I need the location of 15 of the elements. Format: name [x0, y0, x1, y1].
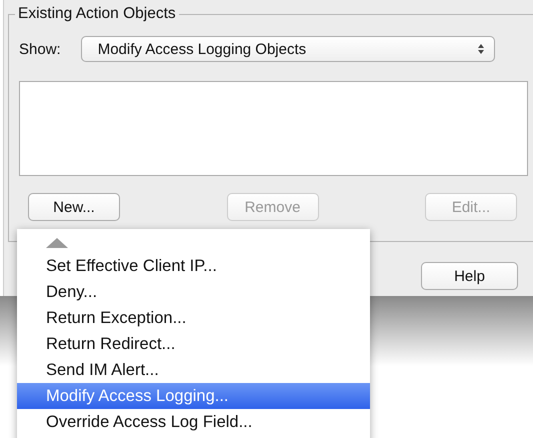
objects-list[interactable]	[19, 81, 528, 176]
menu-item[interactable]: Return Redirect...	[17, 331, 370, 357]
menu-item[interactable]: Override Access Log Field...	[17, 409, 370, 435]
show-dropdown[interactable]: Modify Access Logging Objects	[80, 36, 495, 62]
menu-item[interactable]: Modify Access Logging...	[17, 383, 370, 409]
updown-arrows-icon	[476, 43, 485, 55]
action-button[interactable]: New...	[28, 193, 120, 221]
menu-item[interactable]: Return Exception...	[17, 305, 370, 331]
show-label: Show:	[19, 40, 61, 58]
menu-item[interactable]: Send IM Alert...	[17, 357, 370, 383]
scroll-up-icon[interactable]	[46, 238, 68, 248]
menu-item[interactable]: Deny...	[17, 279, 370, 305]
menu-item[interactable]: Set Effective Client IP...	[17, 253, 370, 279]
help-button[interactable]: Help	[421, 262, 518, 290]
group-title: Existing Action Objects	[15, 5, 179, 23]
